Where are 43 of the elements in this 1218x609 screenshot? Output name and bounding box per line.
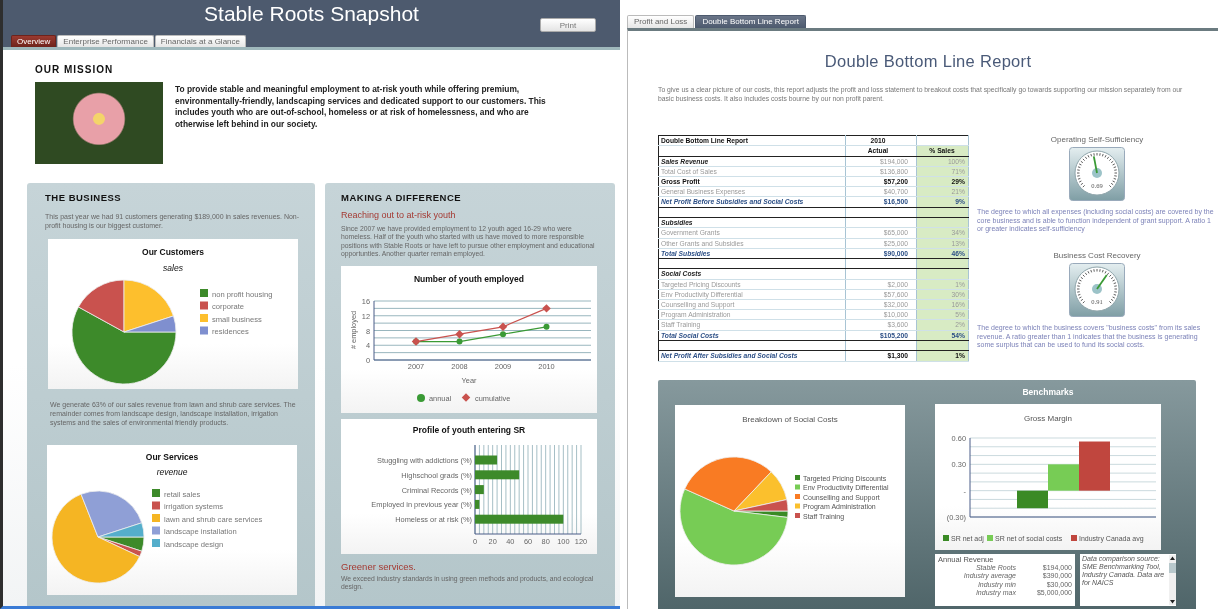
tab[interactable]: Enterprise Performance	[57, 35, 154, 47]
data-point	[455, 329, 464, 339]
subheading: Reaching out to at-risk youth	[341, 210, 457, 221]
legend-swatch	[943, 534, 949, 541]
chart-title: Our Customers	[142, 247, 204, 257]
legend-swatch	[987, 534, 993, 541]
gauge-drawing	[1069, 263, 1125, 318]
tab[interactable]: Financials at a Glance	[154, 35, 246, 47]
mission-text: To provide stable and meaningful employment to at-risk youth while offering premium, environmentally-friendly, landscaping services and dedicated support to our customers. This includes youth who are out-of-school, homeless or at risk of homelessness, and who are otherwise left behind in our society.	[175, 84, 547, 131]
tab[interactable]: Profit and Loss	[627, 15, 695, 28]
tab[interactable]: Double Bottom Line Report	[695, 15, 806, 28]
data-bar	[475, 484, 484, 494]
scroll-down-icon[interactable]	[1169, 598, 1176, 605]
tab[interactable]: Overview	[11, 35, 57, 47]
panel-title: Benchmarks	[1021, 386, 1075, 399]
data-point	[543, 323, 550, 330]
chart-title: Breakdown of Social Costs	[742, 414, 838, 424]
subheading: Greener services.	[341, 560, 417, 572]
data-bar	[475, 455, 498, 465]
scrollbar[interactable]	[1169, 554, 1176, 605]
gauge-drawing	[1069, 147, 1125, 202]
page-title: Stable Roots Snapshot	[204, 1, 419, 27]
chart-subtitle: sales	[163, 263, 183, 273]
section-heading: OUR MISSION	[35, 64, 115, 76]
chart-title: Gross Margin	[1024, 413, 1072, 423]
gauge-title: Business Cost Recovery	[1053, 251, 1141, 261]
section-heading: THE BUSINESS	[45, 192, 123, 204]
gauge-title: Operating Self-Sufficiency	[1050, 135, 1144, 145]
legend-marker	[417, 393, 425, 402]
data-point	[542, 303, 551, 313]
report-title: Double Bottom Line Report	[823, 52, 1033, 71]
data-bar	[475, 499, 480, 509]
data-bar	[475, 469, 520, 479]
data-point	[411, 336, 421, 346]
chart-title: Number of youth employed	[414, 273, 524, 284]
chart-subtitle: revenue	[156, 467, 188, 477]
legend-swatch	[1071, 534, 1077, 541]
legend-marker	[461, 392, 471, 402]
chart-title: Our Services	[145, 452, 199, 462]
section-heading: MAKING A DIFFERENCE	[341, 192, 463, 204]
chart-title: Profile of youth entering SR	[412, 424, 526, 435]
scroll-up-icon[interactable]	[1169, 554, 1176, 561]
print-button[interactable]: Print	[540, 18, 596, 32]
